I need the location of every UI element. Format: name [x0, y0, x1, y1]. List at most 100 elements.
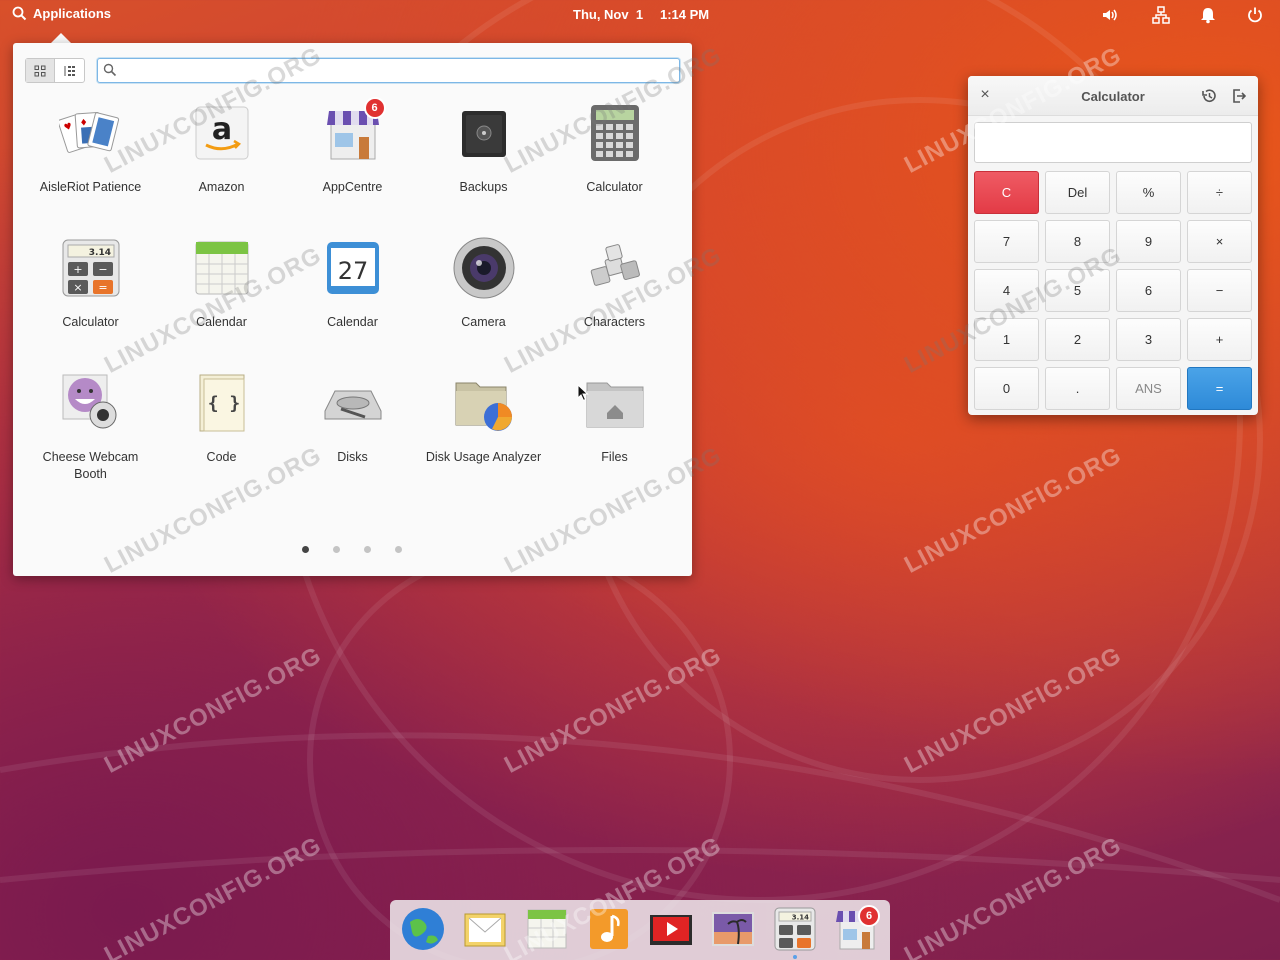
applications-button[interactable]: Applications — [12, 6, 111, 21]
app-camera[interactable]: Camera — [418, 236, 549, 331]
app-aisleriot[interactable]: ♥ ♦ AisleRiot Patience — [25, 101, 156, 196]
app-disks[interactable]: Disks — [287, 371, 418, 466]
key-equals[interactable]: = — [1187, 367, 1252, 410]
photos-icon[interactable] — [710, 906, 756, 952]
cheese-icon — [59, 371, 123, 435]
disks-icon — [321, 371, 385, 435]
calculator-icon: 3.14 + − × = — [59, 236, 123, 300]
key-divide[interactable]: ÷ — [1187, 171, 1252, 214]
page-dot-3[interactable] — [364, 546, 371, 553]
watermark: LINUXCONFIG.ORG — [100, 641, 327, 779]
app-cheese[interactable]: Cheese Webcam Booth — [25, 371, 156, 483]
videos-icon[interactable] — [648, 906, 694, 952]
app-calculator-1[interactable]: Calculator — [549, 101, 680, 196]
grid-view-button[interactable] — [26, 59, 56, 82]
power-icon[interactable] — [1246, 6, 1264, 24]
page-dot-2[interactable] — [333, 546, 340, 553]
characters-icon — [583, 236, 647, 300]
key-decimal[interactable]: . — [1045, 367, 1110, 410]
page-dot-1[interactable] — [302, 546, 309, 553]
safe-icon — [452, 101, 516, 165]
browser-icon[interactable] — [400, 906, 446, 952]
key-ans[interactable]: ANS — [1116, 367, 1181, 410]
key-0[interactable]: 0 — [974, 367, 1039, 410]
key-7[interactable]: 7 — [974, 220, 1039, 263]
view-toggle — [25, 58, 85, 83]
files-icon — [583, 371, 647, 435]
mail-icon[interactable] — [462, 906, 508, 952]
appcentre-icon[interactable]: 6 — [834, 905, 880, 952]
key-5[interactable]: 5 — [1045, 269, 1110, 312]
calendar-icon[interactable] — [524, 906, 570, 952]
application-menu: ♥ ♦ AisleRiot Patience a Amazon 6 AppCen… — [13, 43, 692, 576]
key-2[interactable]: 2 — [1045, 318, 1110, 361]
calculator-titlebar[interactable]: × Calculator — [968, 76, 1258, 116]
app-amazon[interactable]: a Amazon — [156, 101, 287, 196]
svg-text:×: × — [73, 281, 82, 294]
key-add[interactable]: + — [1187, 318, 1252, 361]
key-clear[interactable]: C — [974, 171, 1039, 214]
search-field[interactable] — [97, 58, 680, 83]
app-label: Amazon — [198, 180, 245, 194]
key-delete[interactable]: Del — [1045, 171, 1110, 214]
key-3[interactable]: 3 — [1116, 318, 1181, 361]
app-calendar-1[interactable]: Calendar — [156, 236, 287, 331]
app-label: Disks — [337, 450, 368, 464]
app-disk-usage[interactable]: Disk Usage Analyzer — [418, 371, 549, 466]
search-icon — [12, 6, 27, 21]
app-label: Code — [206, 450, 237, 464]
category-view-button[interactable] — [55, 59, 84, 82]
svg-text:♦: ♦ — [79, 118, 88, 129]
cards-icon: ♥ ♦ — [57, 101, 123, 165]
watermark: LINUXCONFIG.ORG — [900, 831, 1127, 960]
network-icon[interactable] — [1152, 6, 1170, 24]
app-label: Files — [601, 450, 628, 464]
key-1[interactable]: 1 — [974, 318, 1039, 361]
calculator-icon[interactable]: 3.14 — [772, 906, 818, 952]
search-input[interactable] — [120, 61, 670, 80]
watermark: LINUXCONFIG.ORG — [100, 831, 327, 960]
volume-icon[interactable] — [1101, 6, 1119, 24]
app-files[interactable]: Files — [549, 371, 680, 466]
app-backups[interactable]: Backups — [418, 101, 549, 196]
panel-time[interactable]: 1:14 PM — [660, 7, 709, 22]
key-multiply[interactable]: × — [1187, 220, 1252, 263]
camera-icon — [452, 236, 516, 300]
watermark: LINUXCONFIG.ORG — [900, 641, 1127, 779]
page-indicator — [13, 546, 692, 556]
watermark: LINUXCONFIG.ORG — [500, 641, 727, 779]
panel-date[interactable]: Thu, Nov 1 — [573, 7, 643, 22]
list-icon — [64, 65, 75, 76]
app-label: AppCentre — [322, 180, 383, 194]
app-appcentre[interactable]: 6 AppCentre — [287, 97, 418, 196]
app-code[interactable]: { } Code — [156, 371, 287, 466]
key-percent[interactable]: % — [1116, 171, 1181, 214]
page-dot-4[interactable] — [395, 546, 402, 553]
key-6[interactable]: 6 — [1116, 269, 1181, 312]
notifications-icon[interactable] — [1199, 6, 1217, 24]
history-icon[interactable] — [1201, 88, 1217, 109]
app-calculator-2[interactable]: 3.14 + − × = Calculator — [25, 236, 156, 331]
expand-icon[interactable] — [1232, 88, 1247, 109]
dock-calc-display-text: 3.14 — [792, 914, 809, 922]
app-label: AisleRiot Patience — [39, 180, 142, 194]
key-8[interactable]: 8 — [1045, 220, 1110, 263]
key-4[interactable]: 4 — [974, 269, 1039, 312]
app-calendar-2[interactable]: 27 Calendar — [287, 236, 418, 331]
app-label: Calculator — [586, 180, 643, 194]
amazon-icon: a — [190, 101, 254, 165]
app-label: Cheese Webcam Booth — [42, 450, 139, 481]
music-icon[interactable] — [586, 906, 632, 952]
calc-display-text: 3.14 — [88, 248, 110, 258]
key-9[interactable]: 9 — [1116, 220, 1181, 263]
update-badge: 6 — [858, 905, 880, 927]
calendar-icon — [190, 236, 254, 300]
app-characters[interactable]: Characters — [549, 236, 680, 331]
grid-icon — [34, 65, 46, 76]
app-label: Calendar — [327, 315, 378, 329]
top-panel: Applications Thu, Nov 1 1:14 PM — [0, 0, 1280, 30]
app-label: Disk Usage Analyzer — [425, 450, 542, 464]
appcentre-icon: 6 — [321, 97, 386, 165]
key-subtract[interactable]: − — [1187, 269, 1252, 312]
calculator-display[interactable] — [974, 122, 1252, 163]
